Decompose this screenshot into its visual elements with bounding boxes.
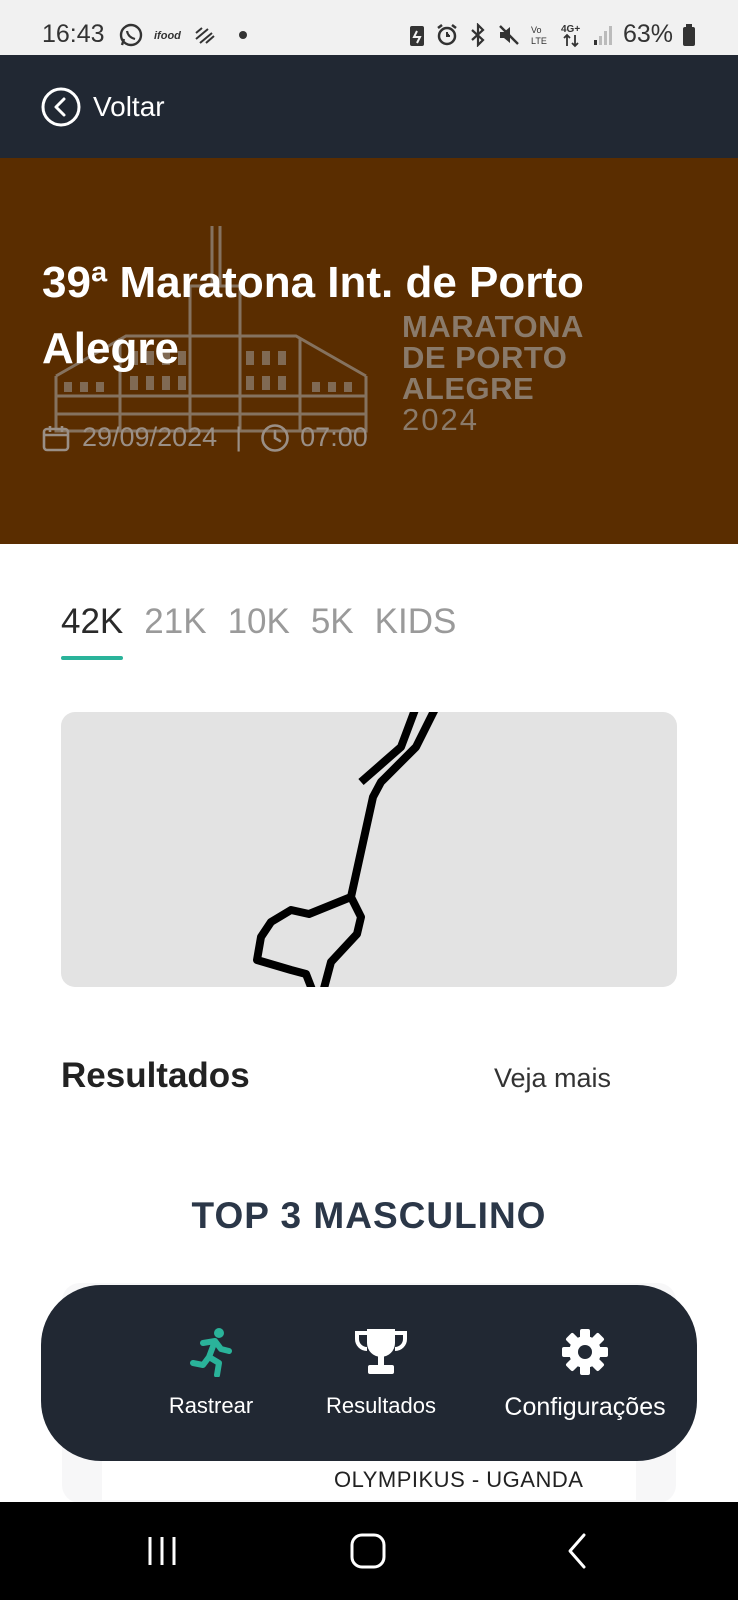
ifood-icon: ifood bbox=[154, 30, 181, 42]
svg-text:4G+: 4G+ bbox=[561, 24, 580, 35]
whatsapp-icon bbox=[119, 23, 143, 47]
tab-21k[interactable]: 21K bbox=[144, 602, 206, 660]
chevron-left-circle-icon bbox=[41, 87, 81, 127]
tab-kids[interactable]: KIDS bbox=[375, 602, 457, 660]
bluetooth-icon bbox=[471, 22, 485, 47]
nav-item-resultados[interactable]: Resultados bbox=[295, 1285, 467, 1461]
4g-icon: 4G+ bbox=[561, 24, 580, 47]
status-bar: 16:43 ifood Vo LTE 4G+ 63% bbox=[0, 0, 738, 55]
status-system-icons: Vo LTE 4G+ 63% bbox=[408, 20, 696, 49]
gear-icon bbox=[562, 1329, 608, 1375]
top-navigation-bar: Voltar bbox=[0, 55, 738, 158]
event-date: 29/09/2024 bbox=[82, 422, 218, 452]
clock-icon bbox=[261, 423, 289, 452]
calendar-icon bbox=[42, 425, 70, 451]
bottom-navigation: Rastrear Resultados Configurações bbox=[41, 1285, 697, 1461]
nav-label: Configurações bbox=[504, 1393, 666, 1421]
trophy-icon bbox=[355, 1329, 407, 1374]
event-date-time: 29/09/2024 | 07:00 bbox=[42, 422, 368, 453]
volte-icon: VoLTE bbox=[531, 25, 547, 46]
event-logo-line: 2024 bbox=[402, 402, 479, 437]
see-more-link[interactable]: Veja mais bbox=[494, 1063, 611, 1094]
back-button[interactable]: Voltar bbox=[41, 87, 165, 127]
nav-label: Rastrear bbox=[168, 1393, 254, 1418]
results-section-title: Resultados bbox=[61, 1056, 250, 1095]
tab-10k[interactable]: 10K bbox=[228, 602, 290, 660]
dot-icon bbox=[239, 31, 247, 39]
route-map[interactable] bbox=[61, 712, 677, 987]
wave-icon bbox=[195, 27, 215, 44]
event-hero-banner: MARATONA DE PORTO ALEGRE 2024 39ª Marato… bbox=[0, 158, 738, 544]
battery-saver-icon bbox=[409, 25, 424, 46]
nav-item-configuracoes[interactable]: Configurações bbox=[481, 1285, 689, 1461]
nav-item-rastrear[interactable]: Rastrear bbox=[125, 1285, 297, 1461]
alarm-icon bbox=[437, 23, 457, 45]
svg-text:LTE: LTE bbox=[531, 36, 547, 46]
status-notification-icons: ifood bbox=[118, 22, 250, 48]
system-navigation-bar bbox=[0, 1502, 738, 1600]
signal-icon bbox=[593, 25, 612, 45]
route-path bbox=[253, 712, 438, 987]
podium-title: TOP 3 MASCULINO bbox=[191, 1195, 547, 1236]
podium-entry-team: OLYMPIKUS - UGANDA bbox=[334, 1467, 584, 1492]
svg-text:Vo: Vo bbox=[531, 25, 542, 35]
battery-icon bbox=[683, 23, 695, 46]
back-icon[interactable] bbox=[558, 1531, 598, 1571]
svg-text:ifood: ifood bbox=[154, 30, 181, 42]
status-time: 16:43 bbox=[42, 20, 105, 48]
mute-icon bbox=[499, 24, 519, 45]
nav-label: Resultados bbox=[325, 1393, 437, 1418]
home-icon[interactable] bbox=[348, 1531, 388, 1571]
battery-percent: 63% bbox=[622, 20, 673, 48]
tab-5k[interactable]: 5K bbox=[311, 602, 354, 660]
back-label: Voltar bbox=[93, 91, 165, 122]
runner-icon bbox=[190, 1328, 232, 1377]
recent-apps-icon[interactable] bbox=[142, 1531, 182, 1571]
distance-tabs: 42K 21K 10K 5K KIDS bbox=[61, 602, 456, 660]
tab-42k[interactable]: 42K bbox=[61, 602, 124, 660]
event-title: 39ª Maratona Int. de Porto Alegre bbox=[42, 258, 584, 373]
event-time: 07:00 bbox=[300, 422, 368, 452]
date-time-separator: | bbox=[235, 422, 243, 452]
